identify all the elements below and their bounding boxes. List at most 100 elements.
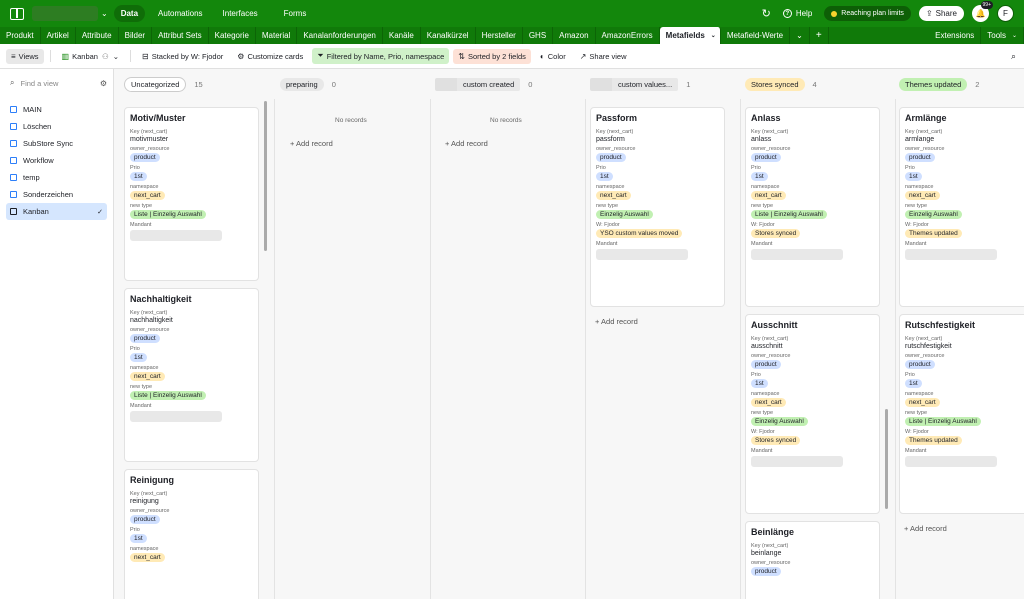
- tab-material[interactable]: Material: [256, 27, 298, 44]
- help-label: Help: [795, 9, 813, 18]
- add-record-button[interactable]: + Add record: [595, 317, 638, 326]
- column-name[interactable]: Stores synced: [745, 77, 805, 91]
- tools-button[interactable]: Tools ⌄: [981, 27, 1024, 44]
- field-tag: product: [751, 360, 781, 369]
- extensions-button[interactable]: Extensions: [929, 27, 982, 44]
- share-label: Share: [935, 9, 957, 18]
- tab-kategorie[interactable]: Kategorie: [209, 27, 256, 44]
- field-value-wrap: 1st: [130, 171, 253, 181]
- add-record-button[interactable]: + Add record: [290, 139, 333, 148]
- field-label: Key (next_cart): [751, 129, 789, 135]
- chevron-down-icon[interactable]: ⌄: [101, 9, 108, 18]
- column-name[interactable]: custom values...: [590, 77, 679, 91]
- tab-amazonerrors[interactable]: AmazonErrors: [596, 27, 660, 44]
- scrollbar[interactable]: [885, 409, 888, 509]
- all-tables-chevron-icon[interactable]: ⌄: [790, 27, 810, 44]
- tab-metafields[interactable]: Metafields ⌄: [659, 27, 721, 44]
- column-name[interactable]: Themes updated: [899, 77, 968, 91]
- sidebar-item-kanban[interactable]: Kanban ✓: [6, 203, 107, 220]
- share-view-button[interactable]: ↗ Share view: [575, 49, 632, 64]
- base-logo-icon[interactable]: [10, 7, 24, 20]
- tab-hersteller[interactable]: Hersteller: [476, 27, 523, 44]
- record-card[interactable]: Anlass Key (next_cart) anlass owner_resourc…: [745, 107, 880, 307]
- column-name[interactable]: Uncategorized: [124, 76, 187, 92]
- search-icon[interactable]: ⌕: [1011, 51, 1016, 62]
- customize-cards-button[interactable]: ⚙ Customize cards: [232, 49, 308, 64]
- stacked-by-button[interactable]: ⊟ Stacked by W: Fjodor: [137, 49, 228, 64]
- field-label: Key (next_cart): [596, 129, 634, 135]
- tab-kanalanforderungen[interactable]: Kanalanforderungen: [297, 27, 383, 44]
- sidebar-item-label: Workflow: [23, 156, 54, 165]
- field-value-wrap: YSO custom values moved: [596, 228, 719, 238]
- add-record-button[interactable]: + Add record: [445, 139, 488, 148]
- top-bar: ⌄ Data Automations Interfaces Forms ↻ ? H…: [0, 0, 1024, 27]
- field-tag: Einzelig Auswahl: [596, 210, 653, 219]
- avatar[interactable]: F: [997, 5, 1014, 22]
- field-value-wrap: next_cart: [905, 397, 1024, 407]
- chevron-down-icon[interactable]: ⌄: [711, 32, 716, 39]
- tab-ghs[interactable]: GHS: [523, 27, 554, 44]
- sidebar-item-sonderzeichen[interactable]: Sonderzeichen: [6, 186, 107, 203]
- nav-data[interactable]: Data: [113, 5, 146, 22]
- tab-attribute[interactable]: Attribute: [76, 27, 119, 44]
- field-tag: Themes updated: [905, 229, 962, 238]
- find-view-input[interactable]: ⌕ Find a view ⚙: [6, 75, 107, 91]
- add-record-button[interactable]: + Add record: [904, 524, 947, 533]
- tab-kanalkuerzel[interactable]: Kanalkürzel: [421, 27, 476, 44]
- share-button[interactable]: ⇪ Share: [918, 6, 964, 21]
- sidebar-item-loeschen[interactable]: Löschen: [6, 118, 107, 135]
- gear-icon[interactable]: ⚙: [100, 79, 107, 88]
- sidebar-item-substore-sync[interactable]: SubStore Sync: [6, 135, 107, 152]
- filter-button[interactable]: ⏷ Filtered by Name, Prio, namespace: [312, 48, 450, 64]
- tools-label: Tools: [987, 31, 1006, 40]
- sidebar-item-label: Sonderzeichen: [23, 190, 74, 199]
- record-card[interactable]: Nachhaltigkeit Key (next_cart) nachhaltigk…: [124, 288, 259, 462]
- grid-view-icon: [10, 157, 17, 164]
- tab-artikel[interactable]: Artikel: [41, 27, 76, 44]
- view-name-button[interactable]: ▥ Kanban ⚇ ⌄: [57, 49, 124, 64]
- notifications-button[interactable]: 🔔 99+: [972, 1, 993, 22]
- view-toolbar: ≡ Views ▥ Kanban ⚇ ⌄ ⊟ Stacked by W: Fjodor ⚙…: [0, 44, 1024, 69]
- sidebar-item-main[interactable]: MAIN: [6, 101, 107, 118]
- nav-forms[interactable]: Forms: [277, 5, 314, 22]
- field-value-wrap: Einzelig Auswahl: [905, 209, 1024, 219]
- views-toggle-button[interactable]: ≡ Views: [6, 48, 44, 64]
- tab-amazon[interactable]: Amazon: [553, 27, 596, 44]
- field-value-wrap: next_cart: [130, 190, 253, 200]
- record-card[interactable]: Reinigung Key (next_cart) reinigung owner_r…: [124, 469, 259, 599]
- sidebar-item-workflow[interactable]: Workflow: [6, 152, 107, 169]
- column-name[interactable]: preparing: [280, 77, 324, 91]
- tab-kanaele[interactable]: Kanäle: [383, 27, 421, 44]
- field-label: Mandant: [751, 241, 773, 247]
- kanban-column: [276, 99, 431, 599]
- tab-attribut-sets[interactable]: Attribut Sets: [152, 27, 209, 44]
- color-button[interactable]: ◐ Color: [535, 49, 571, 64]
- record-card[interactable]: Armlänge Key (next_cart) armlange owner_res…: [899, 107, 1024, 307]
- field-value: anlass: [751, 136, 772, 143]
- record-card[interactable]: Ausschnitt Key (next_cart) ausschnitt owner…: [745, 314, 880, 514]
- base-name[interactable]: [32, 6, 98, 21]
- nav-automations[interactable]: Automations: [151, 5, 209, 22]
- field-value-wrap: Stores synced: [751, 228, 874, 238]
- no-records-text: No records: [335, 117, 367, 124]
- nav-interfaces[interactable]: Interfaces: [216, 5, 265, 22]
- field-value-wrap: product: [751, 152, 874, 162]
- tab-bilder[interactable]: Bilder: [119, 27, 153, 44]
- history-icon[interactable]: ↻: [762, 7, 771, 20]
- sidebar-item-label: Kanban: [23, 207, 49, 216]
- help-icon: ?: [782, 9, 792, 18]
- record-card[interactable]: Motiv/Muster Key (next_cart) motivmuster ow…: [124, 107, 259, 281]
- customize-icon: ⚙: [237, 51, 245, 61]
- record-card[interactable]: Passform Key (next_cart) passform owner_res…: [590, 107, 725, 307]
- tab-produkt[interactable]: Produkt: [0, 27, 41, 44]
- record-card[interactable]: Rutschfestigkeit Key (next_cart) rutschfes…: [899, 314, 1024, 514]
- sidebar-item-temp[interactable]: temp: [6, 169, 107, 186]
- tab-metafield-werte[interactable]: Metafield-Werte: [721, 27, 791, 44]
- sort-button[interactable]: ⇅ Sorted by 2 fields: [453, 48, 531, 64]
- add-table-plus-icon[interactable]: +: [810, 27, 829, 44]
- column-name[interactable]: custom created: [435, 77, 521, 91]
- help-button[interactable]: ? Help: [782, 9, 813, 18]
- plan-limits-button[interactable]: Reaching plan limits: [824, 6, 911, 21]
- record-card[interactable]: Beinlänge Key (next_cart) beinlange owner_r…: [745, 521, 880, 599]
- scrollbar[interactable]: [264, 101, 267, 251]
